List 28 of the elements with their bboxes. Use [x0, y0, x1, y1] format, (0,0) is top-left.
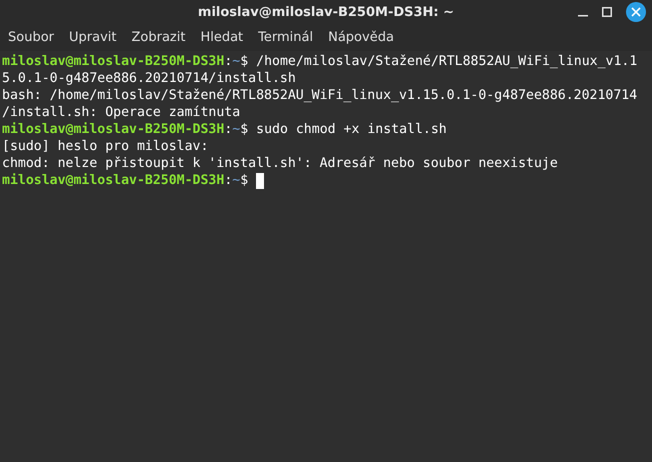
- menu-item[interactable]: Upravit: [69, 28, 116, 48]
- close-icon[interactable]: [626, 2, 646, 22]
- prompt-symbol: $: [240, 172, 248, 189]
- prompt-path: ~: [232, 121, 240, 138]
- prompt-colon: :: [224, 121, 232, 138]
- prompt-colon: :: [224, 172, 232, 189]
- output-text: [sudo] heslo pro miloslav:: [2, 138, 208, 155]
- prompt-user: miloslav@miloslav-B250M-DS3H: [2, 53, 224, 70]
- menu-item[interactable]: Nápověda: [328, 28, 394, 48]
- menu-item[interactable]: Hledat: [200, 28, 244, 48]
- prompt-symbol: $: [240, 121, 248, 138]
- output-text: /install.sh: Operace zamítnuta: [2, 104, 240, 121]
- command-text: sudo chmod +x install.sh: [256, 121, 447, 138]
- prompt-path: ~: [232, 53, 240, 70]
- prompt-user: miloslav@miloslav-B250M-DS3H: [2, 172, 224, 189]
- prompt-user: miloslav@miloslav-B250M-DS3H: [2, 121, 224, 138]
- output-text: bash: /home/miloslav/Stažené/RTL8852AU_WiFi_linux_v1.15.0.1-0-g487ee886.20210714: [2, 87, 638, 104]
- prompt-colon: :: [224, 53, 232, 70]
- output-text: 5.0.1-0-g487ee886.20210714/install.sh: [2, 70, 296, 87]
- menu-item[interactable]: Soubor: [8, 28, 54, 48]
- output-text: chmod: nelze přistoupit k 'install.sh': Adresář nebo soubor neexistuje: [2, 155, 558, 172]
- prompt-path: ~: [232, 172, 240, 189]
- menu-item[interactable]: Zobrazit: [131, 28, 186, 48]
- menu-item[interactable]: Terminál: [258, 28, 314, 48]
- maximize-icon[interactable]: [602, 7, 612, 17]
- prompt-symbol: $: [240, 53, 248, 70]
- window-title: miloslav@miloslav-B250M-DS3H: ~: [198, 4, 454, 22]
- command-text: /home/miloslav/Stažené/RTL8852AU_WiFi_linux_v1.1: [256, 53, 638, 70]
